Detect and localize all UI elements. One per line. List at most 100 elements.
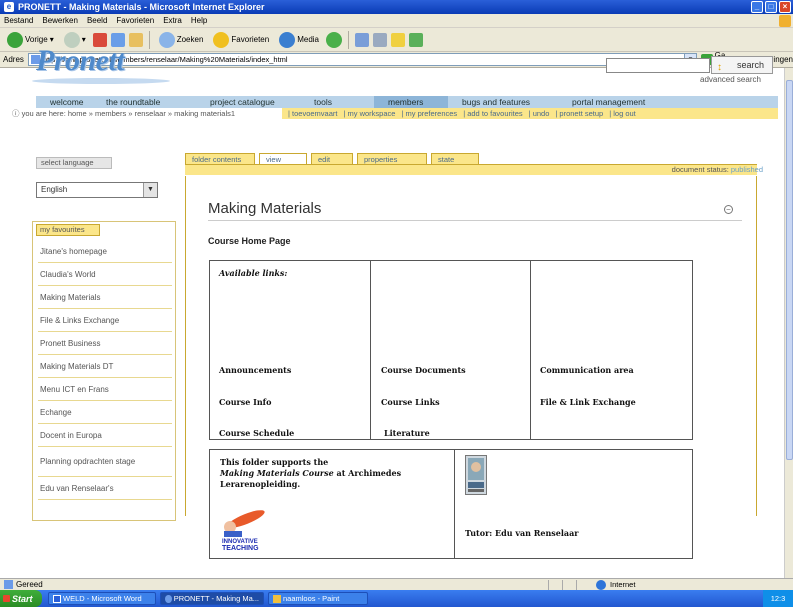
course-home-heading: Course Home Page: [208, 236, 291, 246]
nav-members[interactable]: members: [374, 96, 448, 108]
search-button[interactable]: Zoeken: [156, 30, 207, 50]
subnav-item[interactable]: | pronett setup: [555, 109, 603, 118]
window-titlebar: e PRONETT - Making Materials - Microsoft…: [0, 0, 793, 14]
toolbar-separator: [348, 30, 349, 49]
menu-edit[interactable]: Bewerken: [42, 16, 78, 25]
word-icon: [53, 594, 61, 603]
collapse-icon[interactable]: –: [724, 205, 733, 214]
menu-help[interactable]: Help: [191, 16, 207, 25]
language-select[interactable]: English ▼: [36, 182, 158, 198]
messenger-icon[interactable]: [409, 32, 423, 47]
favourite-item[interactable]: Jitane's homepage: [38, 240, 172, 263]
subnav-item[interactable]: | my workspace: [343, 109, 395, 118]
print-icon[interactable]: [373, 32, 387, 47]
favourite-item[interactable]: Menu ICT en Frans: [38, 378, 172, 401]
vertical-scrollbar[interactable]: [784, 68, 793, 578]
favourites-list: Jitane's homepage Claudia's World Making…: [38, 240, 172, 500]
document-status-value[interactable]: published: [731, 165, 763, 174]
breadcrumb: ⓘ you are here: home » members » rensela…: [12, 109, 236, 118]
taskbar-item-word[interactable]: WELD - Microsoft Word: [48, 592, 156, 605]
favourite-item[interactable]: File & Links Exchange: [38, 309, 172, 332]
site-search-input[interactable]: [606, 58, 710, 73]
nav-roundtable[interactable]: the roundtable: [92, 96, 196, 108]
favourite-item[interactable]: Making Materials: [38, 286, 172, 309]
minimize-button[interactable]: _: [751, 1, 763, 13]
status-text: Gereed: [16, 580, 43, 589]
link-file-link-exchange[interactable]: File & Link Exchange: [540, 397, 636, 407]
nav-tools[interactable]: tools: [300, 96, 374, 108]
site-search-button[interactable]: ↕ search: [711, 56, 773, 74]
favourite-item[interactable]: Echange: [38, 401, 172, 424]
menubar: Bestand Bewerken Beeld Favorieten Extra …: [0, 14, 793, 28]
media-button[interactable]: Media: [276, 30, 322, 50]
ie-icon: [165, 594, 172, 603]
subnav-item[interactable]: | toevoemvaart: [288, 109, 337, 118]
mail-icon[interactable]: [355, 32, 369, 47]
select-language-label: select language: [36, 157, 112, 169]
link-course-links[interactable]: Course Links: [381, 397, 440, 407]
document-status: document status: published: [671, 165, 763, 174]
menu-favorites[interactable]: Favorieten: [116, 16, 154, 25]
link-announcements[interactable]: Announcements: [219, 365, 291, 375]
status-zone: Internet: [594, 580, 635, 590]
history-icon[interactable]: [326, 31, 342, 48]
menu-tools[interactable]: Extra: [163, 16, 182, 25]
subnav-item[interactable]: | log out: [609, 109, 636, 118]
table-column-divider: [370, 261, 371, 439]
nav-welcome[interactable]: welcome: [36, 96, 92, 108]
course-links-table: [209, 260, 693, 440]
status-page-icon: [4, 580, 13, 589]
member-subnav: | toevoemvaart | my workspace | my prefe…: [282, 108, 778, 119]
table-column-divider: [530, 261, 531, 439]
advanced-search-link[interactable]: advanced search: [700, 75, 761, 84]
subnav-item[interactable]: | undo: [529, 109, 550, 118]
link-course-info[interactable]: Course Info: [219, 397, 271, 407]
menu-view[interactable]: Beeld: [87, 16, 107, 25]
address-label: Adres: [3, 55, 24, 64]
scrollbar-thumb[interactable]: [786, 80, 793, 460]
subnav-item[interactable]: | add to favourites: [463, 109, 522, 118]
star-icon: [213, 31, 230, 48]
status-segment: [576, 580, 588, 590]
link-course-documents[interactable]: Course Documents: [381, 365, 466, 375]
window-controls: _ □ ×: [751, 1, 791, 13]
main-nav: welcome the roundtable project catalogue…: [36, 96, 778, 108]
link-course-schedule[interactable]: Course Schedule: [219, 428, 294, 438]
subnav-item[interactable]: | my preferences: [401, 109, 457, 118]
windows-logo-icon: [779, 15, 791, 27]
favorites-button[interactable]: Favorieten: [210, 30, 272, 50]
status-segment: [562, 580, 574, 590]
pronett-logo[interactable]: Pronett: [36, 44, 125, 78]
favourite-item[interactable]: Claudia's World: [38, 263, 172, 286]
ie-icon: e: [4, 2, 14, 12]
link-communication-area[interactable]: Communication area: [540, 365, 634, 375]
taskbar-item-ie[interactable]: PRONETT - Making Ma...: [160, 592, 264, 605]
paint-icon: [273, 594, 281, 603]
taskbar-item-paint[interactable]: naamloos - Paint: [268, 592, 368, 605]
favourites-header: my favourites: [36, 224, 100, 236]
favourite-item[interactable]: Making Materials DT: [38, 355, 172, 378]
taskbar: Start WELD - Microsoft Word PRONETT - Ma…: [0, 590, 793, 607]
favourite-item[interactable]: Edu van Renselaar's: [38, 477, 172, 500]
nav-project-catalogue[interactable]: project catalogue: [196, 96, 300, 108]
favourite-item[interactable]: Planning opdrachten stage: [38, 447, 172, 477]
title-divider: [208, 220, 742, 221]
maximize-button[interactable]: □: [765, 1, 777, 13]
nav-portal-management[interactable]: portal management: [558, 96, 678, 108]
menu-file[interactable]: Bestand: [4, 16, 33, 25]
favourite-item[interactable]: Pronett Business: [38, 332, 172, 355]
toolbar-separator: [148, 30, 150, 49]
start-button[interactable]: Start: [0, 590, 42, 607]
close-button[interactable]: ×: [779, 1, 791, 13]
search-icon: ↕: [717, 62, 722, 73]
home-icon[interactable]: [128, 32, 143, 47]
address-input[interactable]: http://www.pronett.nl/Members/renselaar/…: [27, 53, 698, 66]
page-title: Making Materials: [208, 200, 322, 217]
chevron-down-icon[interactable]: ▼: [143, 183, 157, 197]
nav-bugs-and-features[interactable]: bugs and features: [448, 96, 558, 108]
status-bar: Gereed Internet: [0, 578, 793, 590]
favourite-item[interactable]: Docent in Europa: [38, 424, 172, 447]
image-text-teaching: TEACHING: [222, 545, 259, 551]
link-literature[interactable]: Literature: [384, 428, 430, 438]
folder-icon[interactable]: [391, 32, 405, 47]
